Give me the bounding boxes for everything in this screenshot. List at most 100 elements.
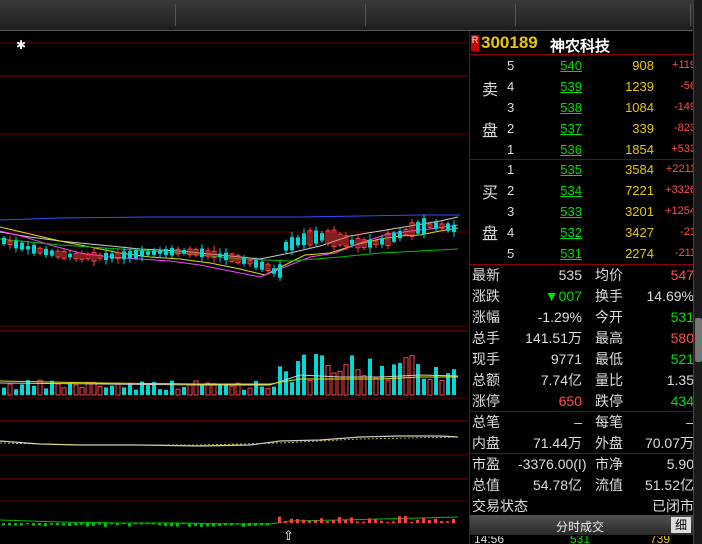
vertical-scrollbar[interactable] bbox=[693, 0, 702, 544]
quote-panel: R 300189 神农科技 卖 盘 5 540 908 +119 4 539 1239 -56… bbox=[469, 31, 696, 544]
volume-bar bbox=[337, 370, 343, 396]
volume-bar bbox=[434, 367, 438, 395]
bid-price[interactable]: 532 bbox=[530, 222, 582, 243]
bid-level: 4 bbox=[507, 225, 515, 240]
ask-volume: 1239 bbox=[625, 79, 654, 94]
stat-row: 最新 535 均价 547 bbox=[470, 265, 694, 286]
macd-bar bbox=[164, 523, 167, 527]
volume-bar bbox=[2, 387, 6, 395]
volume-bar bbox=[343, 364, 349, 396]
macd-bar bbox=[428, 520, 431, 523]
stat-row: 涨幅 -1.29% 今开 531 bbox=[470, 307, 694, 328]
bid-row[interactable]: 1 535 3584 +2211 bbox=[470, 159, 696, 180]
stat-value: 7.74亿 bbox=[540, 372, 582, 388]
ask-volume: 908 bbox=[632, 58, 654, 73]
ask-row[interactable]: 5 540 908 +119 bbox=[470, 55, 696, 76]
macd-bar bbox=[2, 523, 5, 526]
volume-bar bbox=[350, 355, 354, 395]
volume-bar bbox=[380, 365, 384, 395]
ask-row[interactable]: 2 537 339 -823 bbox=[470, 118, 696, 139]
bid-price[interactable]: 534 bbox=[530, 180, 582, 201]
trade-ticker-header[interactable]: 分时成交 细 bbox=[470, 515, 694, 535]
bid-row[interactable]: 3 533 3201 +1254 bbox=[470, 201, 696, 222]
candle bbox=[272, 264, 276, 278]
ask-row[interactable]: 4 539 1239 -56 bbox=[470, 76, 696, 97]
macd-bar bbox=[362, 521, 365, 523]
macd-bar bbox=[272, 523, 275, 525]
volume-bar bbox=[79, 386, 85, 396]
bid-price[interactable]: 535 bbox=[530, 159, 582, 180]
bid-price[interactable]: 531 bbox=[530, 243, 582, 264]
stock-title: R 300189 神农科技 bbox=[470, 33, 694, 55]
volume-bar bbox=[50, 380, 54, 395]
bid-price[interactable]: 533 bbox=[530, 201, 582, 222]
macd-bar bbox=[260, 523, 263, 526]
macd-bar bbox=[206, 523, 209, 527]
stat-row: 内盘 71.44万 外盘 70.07万 bbox=[470, 433, 694, 454]
ask-level: 5 bbox=[507, 58, 515, 73]
ask-row[interactable]: 3 538 1084 -149 bbox=[470, 97, 696, 118]
candle bbox=[32, 242, 36, 256]
bid-row[interactable]: 2 534 7221 +3326 bbox=[470, 180, 696, 201]
macd-bar bbox=[380, 520, 383, 523]
macd-bar bbox=[20, 523, 23, 526]
candle bbox=[265, 262, 271, 273]
volume-bar bbox=[355, 369, 361, 396]
macd-bar bbox=[242, 523, 245, 527]
macd-bar bbox=[422, 517, 425, 523]
ask-price[interactable]: 540 bbox=[530, 55, 582, 76]
last-trade-row: 14:56 531 739 bbox=[470, 536, 694, 544]
volume-bar bbox=[146, 385, 150, 395]
macd-bar bbox=[410, 521, 413, 523]
stat-row: 总额 7.74亿 量比 1.35 bbox=[470, 370, 694, 391]
candle bbox=[79, 250, 85, 263]
stat-value: -3376.00(I) bbox=[518, 456, 587, 472]
candle bbox=[44, 245, 48, 258]
candle bbox=[260, 259, 264, 272]
ask-price[interactable]: 539 bbox=[530, 76, 582, 97]
trade-price: 531 bbox=[570, 536, 591, 544]
ask-price[interactable]: 537 bbox=[530, 118, 582, 139]
stat-value: 54.78亿 bbox=[532, 477, 582, 493]
ask-price[interactable]: 538 bbox=[530, 97, 582, 118]
macd-bar bbox=[326, 521, 329, 523]
volume-bar bbox=[385, 379, 391, 396]
volume-bar bbox=[32, 385, 36, 395]
macd-bar bbox=[182, 523, 185, 525]
stat-value-2: 531 bbox=[670, 309, 694, 325]
bid-row[interactable]: 4 532 3427 -21 bbox=[470, 222, 696, 243]
macd-bar bbox=[350, 517, 353, 523]
candle bbox=[50, 248, 54, 258]
volume-bar bbox=[104, 387, 108, 395]
volume-bar bbox=[254, 380, 258, 395]
macd-bar bbox=[338, 517, 341, 523]
detail-button[interactable]: 细 bbox=[671, 517, 691, 533]
bid-change: -21 bbox=[680, 226, 696, 238]
macd-bar bbox=[224, 523, 227, 526]
stat-label-2: 最高 bbox=[595, 330, 623, 346]
stat-value-2: 521 bbox=[670, 351, 694, 367]
ask-row[interactable]: 1 536 1854 +533 bbox=[470, 139, 696, 160]
scrollbar-thumb[interactable] bbox=[695, 318, 702, 362]
stat-label-2: 流值 bbox=[595, 477, 623, 493]
volume-bar bbox=[170, 380, 174, 395]
ask-level: 3 bbox=[507, 100, 515, 115]
volume-bar bbox=[193, 380, 199, 396]
macd-bar bbox=[80, 523, 83, 525]
volume-bar bbox=[20, 384, 24, 395]
bid-level: 2 bbox=[507, 183, 515, 198]
volume-bar bbox=[115, 383, 121, 396]
candle bbox=[416, 220, 420, 236]
volume-bar bbox=[14, 389, 18, 395]
bid-row[interactable]: 5 531 2274 -211 bbox=[470, 243, 696, 264]
macd-bar bbox=[170, 523, 173, 527]
candle bbox=[182, 247, 186, 256]
candle bbox=[439, 221, 445, 232]
kline-chart-area[interactable]: ✱ ⇧ bbox=[0, 31, 468, 544]
volume-bar bbox=[73, 384, 79, 396]
trade-ticker-label: 分时成交 bbox=[556, 520, 605, 534]
volume-bar bbox=[200, 385, 204, 395]
ask-price[interactable]: 536 bbox=[530, 139, 582, 160]
candle bbox=[314, 226, 318, 248]
macd-bar bbox=[188, 523, 191, 527]
